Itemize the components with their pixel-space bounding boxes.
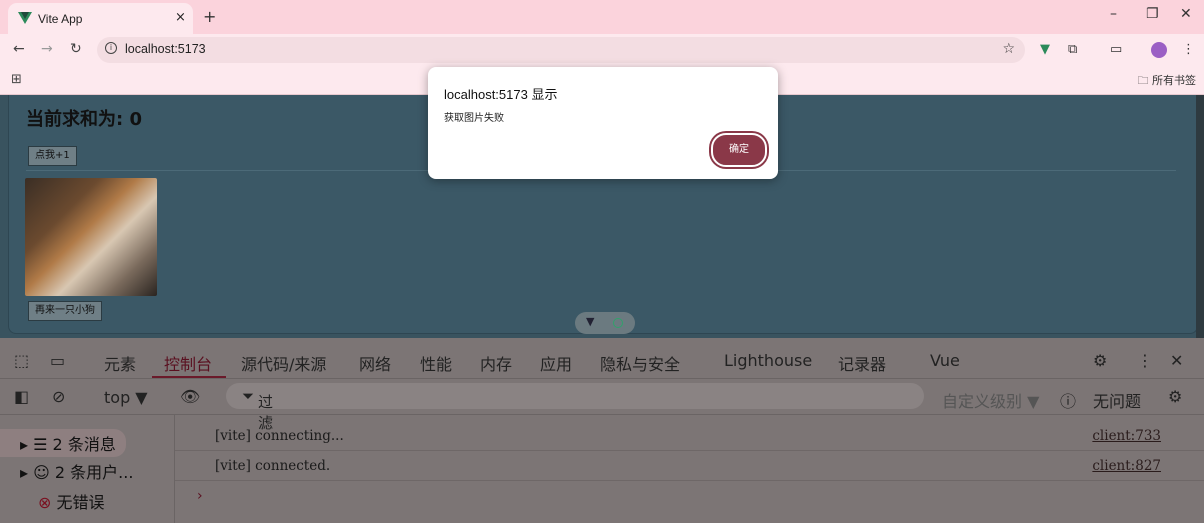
filter-icon: ⏷ 过滤 xyxy=(242,387,274,432)
maximize-button[interactable]: ❐ xyxy=(1146,6,1159,22)
tab-vue[interactable]: Vue xyxy=(930,351,960,370)
tab-privacy-security[interactable]: 隐私与安全 xyxy=(600,351,680,375)
increment-button[interactable]: 点我+1 xyxy=(28,146,77,166)
dialog-title: localhost:5173 显示 xyxy=(444,87,558,102)
tab-console[interactable]: 控制台 xyxy=(164,351,212,375)
context-selector[interactable]: top ▼ xyxy=(104,388,148,407)
device-toolbar-icon[interactable]: ▭ xyxy=(50,351,65,370)
console-source-link[interactable]: client:733 xyxy=(1092,428,1161,444)
close-devtools-icon[interactable]: ✕ xyxy=(1170,351,1183,370)
dialog-message: 获取图片失败 xyxy=(444,113,504,124)
all-bookmarks-label: 所有书签 xyxy=(1152,74,1196,87)
console-message: [vite] connecting... client:733 xyxy=(175,420,1204,451)
vue-logo-icon: ▼ xyxy=(586,315,595,328)
tab-elements[interactable]: 元素 xyxy=(104,351,136,375)
live-expression-eye-icon[interactable]: 👁 xyxy=(180,387,200,406)
vue-devtools-extension-icon[interactable]: ▼ xyxy=(1040,42,1050,57)
issues-info-icon: ⓘ xyxy=(1060,392,1077,411)
close-window-button[interactable]: ✕ xyxy=(1180,6,1192,22)
tab-close-icon[interactable]: × xyxy=(175,10,186,25)
settings-gear-icon[interactable]: ⚙ xyxy=(1093,351,1107,370)
tab-application[interactable]: 应用 xyxy=(540,351,572,375)
errors-label: 无错误 xyxy=(56,493,105,512)
devtools-panel: ⬚ ▭ 元素 控制台 源代码/来源 网络 性能 内存 应用 隐私与安全 Ligh… xyxy=(0,338,1204,523)
url-text[interactable]: localhost:5173 xyxy=(125,42,206,56)
forward-icon[interactable]: → xyxy=(41,41,53,57)
console-settings-icon[interactable]: ⚙ xyxy=(1168,387,1182,406)
tab-recorder[interactable]: 记录器 xyxy=(838,351,886,375)
console-filter-input[interactable]: ⏷ 过滤 xyxy=(226,383,924,432)
log-levels-dropdown[interactable]: 自定义级别 ▼ xyxy=(942,388,1039,412)
address-bar[interactable]: i localhost:5173 ☆ xyxy=(97,37,1025,63)
tab-sources[interactable]: 源代码/来源 xyxy=(241,351,326,375)
console-toolbar: ◧ ⊘ top ▼ 👁 ⏷ 过滤 自定义级别 ▼ ⓘ 无问题 ⚙ xyxy=(0,378,1204,432)
error-icon: ⊗ xyxy=(38,493,52,512)
tab-strip: Vite App × + – ❐ ✕ xyxy=(0,0,1204,34)
console-message-text: [vite] connected. xyxy=(215,458,331,474)
inspect-element-icon[interactable]: ⬚ xyxy=(14,351,29,370)
apps-icon[interactable]: ⊞ xyxy=(11,72,22,87)
back-icon[interactable]: ← xyxy=(13,41,25,57)
console-prompt[interactable]: › xyxy=(197,488,203,504)
vue-devtools-toggle[interactable]: ▼ xyxy=(575,312,635,334)
address-bar-row: ← → ↻ i localhost:5173 ☆ ▼ ⧉ ▭ ⋮ xyxy=(0,34,1204,66)
console-message: [vite] connected. client:827 xyxy=(175,450,1204,481)
extensions-icon[interactable]: ⧉ xyxy=(1068,42,1077,57)
side-panel-icon[interactable]: ▭ xyxy=(1110,42,1122,57)
tab-memory[interactable]: 内存 xyxy=(480,351,512,375)
sum-heading: 当前求和为: 0 xyxy=(26,109,142,130)
vue-logo-icon xyxy=(18,12,32,24)
sidebar-item-messages[interactable]: ▸ ☰ 2 条消息 xyxy=(0,429,126,457)
tab-performance[interactable]: 性能 xyxy=(420,351,452,375)
bookmark-star-icon[interactable]: ☆ xyxy=(1002,41,1015,57)
tab-title: Vite App xyxy=(38,12,83,26)
more-options-icon[interactable]: ⋮ xyxy=(1137,351,1153,370)
minimize-button[interactable]: – xyxy=(1110,6,1117,22)
sidebar-item-errors[interactable]: ⊗ 无错误 xyxy=(38,489,105,513)
new-tab-button[interactable]: + xyxy=(203,7,216,26)
user-messages-label: 2 条用户... xyxy=(54,463,134,482)
tab-lighthouse[interactable]: Lighthouse xyxy=(724,351,812,370)
page-scrollbar[interactable] xyxy=(1196,95,1204,338)
reload-icon[interactable]: ↻ xyxy=(70,41,82,57)
another-dog-button[interactable]: 再来一只小狗 xyxy=(28,301,102,321)
devtools-tabbar: ⬚ ▭ 元素 控制台 源代码/来源 网络 性能 内存 应用 隐私与安全 Ligh… xyxy=(0,338,1204,379)
profile-avatar[interactable] xyxy=(1151,42,1167,58)
messages-label: 2 条消息 xyxy=(52,435,116,454)
console-message-text: [vite] connecting... xyxy=(215,428,344,444)
tab-network[interactable]: 网络 xyxy=(359,351,391,375)
sidebar-item-user-messages[interactable]: ▸ ☺ 2 条用户... xyxy=(20,459,133,483)
sidebar-toggle-icon[interactable]: ◧ xyxy=(14,387,29,406)
all-bookmarks[interactable]: 🗀 所有书签 xyxy=(1138,72,1197,91)
menu-icon[interactable]: ⋮ xyxy=(1182,42,1195,57)
browser-tab[interactable]: Vite App × xyxy=(8,3,193,34)
site-info-icon[interactable]: i xyxy=(105,42,117,54)
ok-button[interactable]: 确定 xyxy=(711,133,767,167)
console-source-link[interactable]: client:827 xyxy=(1092,458,1161,474)
alert-dialog: localhost:5173 显示 获取图片失败 确定 xyxy=(428,67,778,179)
inspector-icon xyxy=(613,318,623,328)
clear-console-icon[interactable]: ⊘ xyxy=(52,387,65,406)
issues-count[interactable]: 无问题 xyxy=(1093,388,1141,412)
console-sidebar: ▸ ☰ 2 条消息 ▸ ☺ 2 条用户... ⊗ 无错误 xyxy=(0,414,175,523)
dog-image xyxy=(25,178,157,296)
